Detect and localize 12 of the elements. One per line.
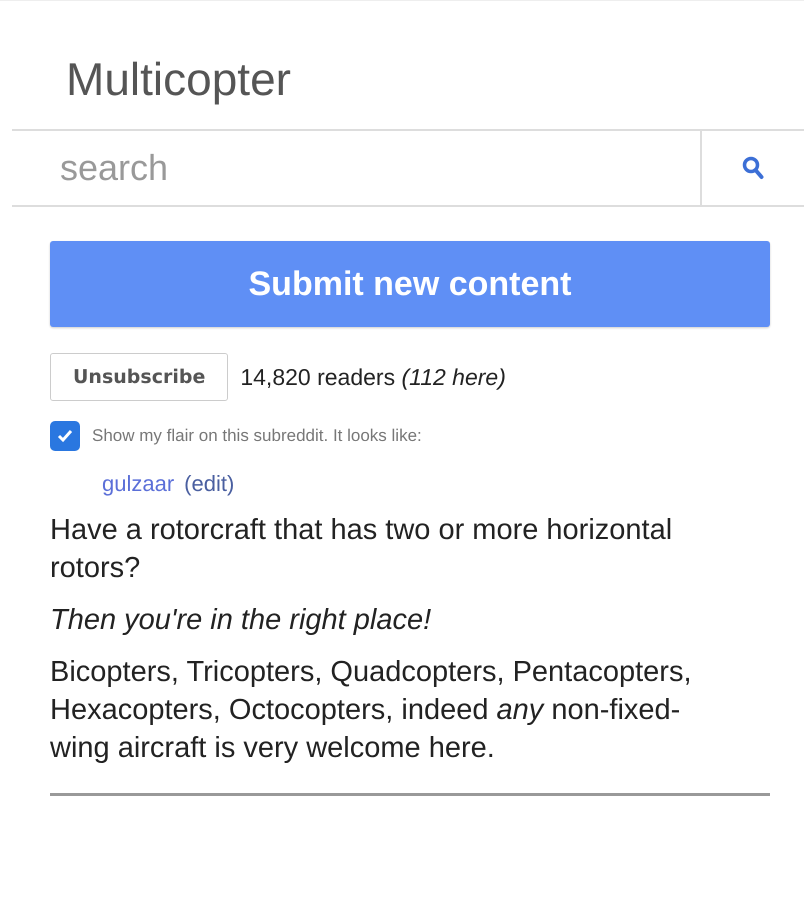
flair-label: Show my flair on this subreddit. It looks like: <box>92 426 422 446</box>
subreddit-title: Multicopter <box>65 52 292 107</box>
readers-count: 14,820 readers (112 here) <box>240 364 506 390</box>
flair-checkbox[interactable] <box>50 421 80 451</box>
edit-link[interactable]: (edit) <box>184 471 234 497</box>
search-icon <box>742 156 764 180</box>
description-paragraph: Have a rotorcraft that has two or more horizontal rotors? <box>50 513 674 586</box>
flair-username: gulzaar <box>102 471 174 497</box>
description-paragraph: Bicopters, Tricopters, Quadcopters, Pentacopters, Hexacopters, Octocopters, indeed any non-fixed-wing aircraft is very welcome here. <box>50 655 693 766</box>
submit-button[interactable]: Submit new content <box>50 241 770 327</box>
description-paragraph: Then you're in the right place! <box>50 603 432 638</box>
unsubscribe-button[interactable]: Unsubscribe <box>50 353 228 401</box>
